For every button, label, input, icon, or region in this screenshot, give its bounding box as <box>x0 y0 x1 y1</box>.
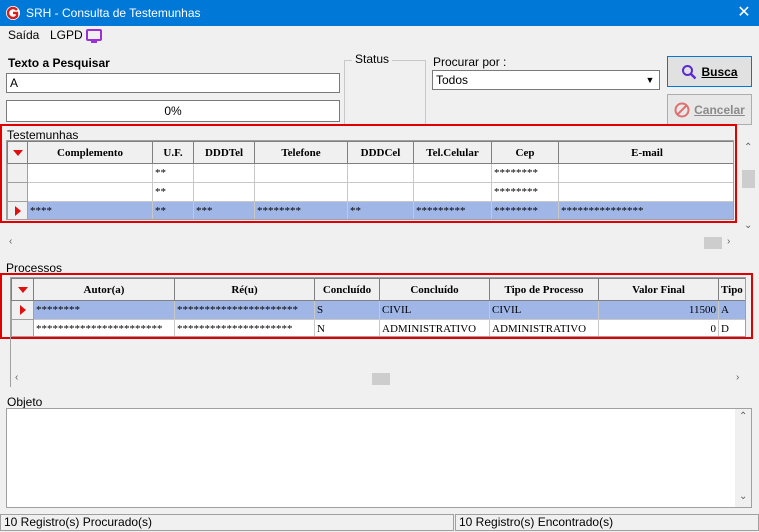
app-logo-icon <box>6 6 20 20</box>
objeto-label: Objeto <box>7 395 43 409</box>
procurar-select[interactable]: Todos ▼ <box>432 70 660 90</box>
scroll-left-icon[interactable]: ‹ <box>15 372 18 383</box>
testemunhas-hscrollbar[interactable]: ‹ › <box>6 235 738 251</box>
progress-bar: 0% <box>6 100 340 122</box>
scroll-thumb[interactable] <box>742 170 755 188</box>
objeto-textarea[interactable]: ⌃ ⌄ <box>6 408 752 508</box>
progress-text: 0% <box>164 104 182 118</box>
highlight-frame-processos <box>0 273 753 339</box>
cancelar-label: Cancelar <box>694 102 745 117</box>
processos-gutter <box>10 337 11 387</box>
menu-lgpd[interactable]: LGPD <box>50 28 83 42</box>
scroll-down-icon[interactable]: ⌄ <box>744 220 752 231</box>
objeto-vscrollbar[interactable]: ⌃ ⌄ <box>735 409 751 507</box>
scroll-left-icon[interactable]: ‹ <box>9 236 12 247</box>
search-label: Texto a Pesquisar <box>8 56 110 70</box>
search-input[interactable]: A <box>6 73 340 93</box>
procurar-label: Procurar por : <box>433 55 507 69</box>
scroll-down-icon[interactable]: ⌄ <box>739 491 747 502</box>
busca-button[interactable]: Busca <box>667 56 752 87</box>
scroll-up-icon[interactable]: ⌃ <box>739 411 747 422</box>
search-icon <box>682 64 697 79</box>
scroll-right-icon[interactable]: › <box>727 236 730 247</box>
status-bar: 10 Registro(s) Procurado(s) 10 Registro(… <box>0 513 759 532</box>
status-procurados: 10 Registro(s) Procurado(s) <box>0 514 454 531</box>
procurar-selected: Todos <box>436 73 469 87</box>
monitor-icon[interactable] <box>86 29 102 43</box>
window-title: SRH - Consulta de Testemunhas <box>26 6 201 20</box>
busca-label: Busca <box>701 64 738 79</box>
scroll-thumb[interactable] <box>704 237 722 249</box>
highlight-frame-testemunhas <box>0 124 737 223</box>
scroll-right-icon[interactable]: › <box>736 372 739 383</box>
testemunhas-vscrollbar[interactable]: ⌃ ⌄ <box>740 140 757 234</box>
cancel-icon <box>674 102 690 117</box>
status-group <box>344 60 426 126</box>
close-button[interactable]: ✕ <box>729 0 759 26</box>
processos-hscrollbar[interactable]: ‹ › <box>12 371 748 387</box>
menu-saida[interactable]: Saída <box>8 28 39 42</box>
cancelar-button[interactable]: Cancelar <box>667 94 752 125</box>
chevron-down-icon[interactable]: ▼ <box>643 73 657 87</box>
scroll-up-icon[interactable]: ⌃ <box>744 142 752 153</box>
status-encontrados: 10 Registro(s) Encontrado(s) <box>455 514 759 531</box>
title-bar: SRH - Consulta de Testemunhas ✕ <box>0 0 759 26</box>
status-label: Status <box>352 52 393 66</box>
scroll-thumb[interactable] <box>372 373 390 385</box>
